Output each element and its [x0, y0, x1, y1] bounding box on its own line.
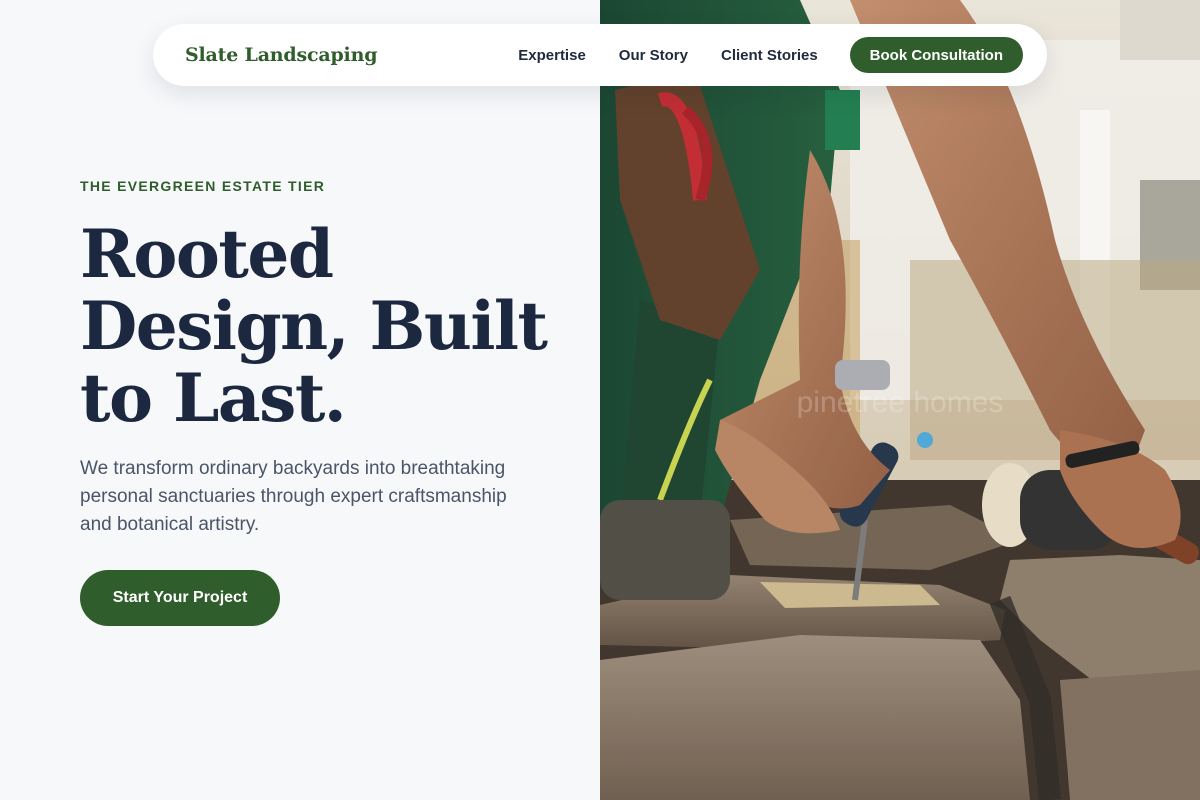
hero-eyebrow: THE EVERGREEN ESTATE TIER — [80, 178, 326, 194]
start-project-button[interactable]: Start Your Project — [80, 570, 280, 626]
hero-photo: pinetree homes — [600, 0, 1200, 800]
hero-subtext: We transform ordinary backyards into bre… — [80, 458, 507, 535]
book-consultation-button[interactable]: Book Consultation — [849, 37, 1023, 73]
brand-logo[interactable]: Slate Landscaping — [185, 44, 377, 66]
image-watermark: pinetree homes — [797, 386, 1004, 419]
top-navbar: Slate Landscaping Expertise Our Story Cl… — [153, 24, 1047, 86]
nav-links: Expertise Our Story Client Stories Book … — [518, 37, 1023, 73]
hero-headline: Rooted Design, Built to Last. — [80, 215, 548, 437]
nav-link-our-story[interactable]: Our Story — [619, 47, 688, 64]
nav-link-client-stories[interactable]: Client Stories — [721, 47, 818, 64]
nav-link-expertise[interactable]: Expertise — [518, 47, 586, 64]
